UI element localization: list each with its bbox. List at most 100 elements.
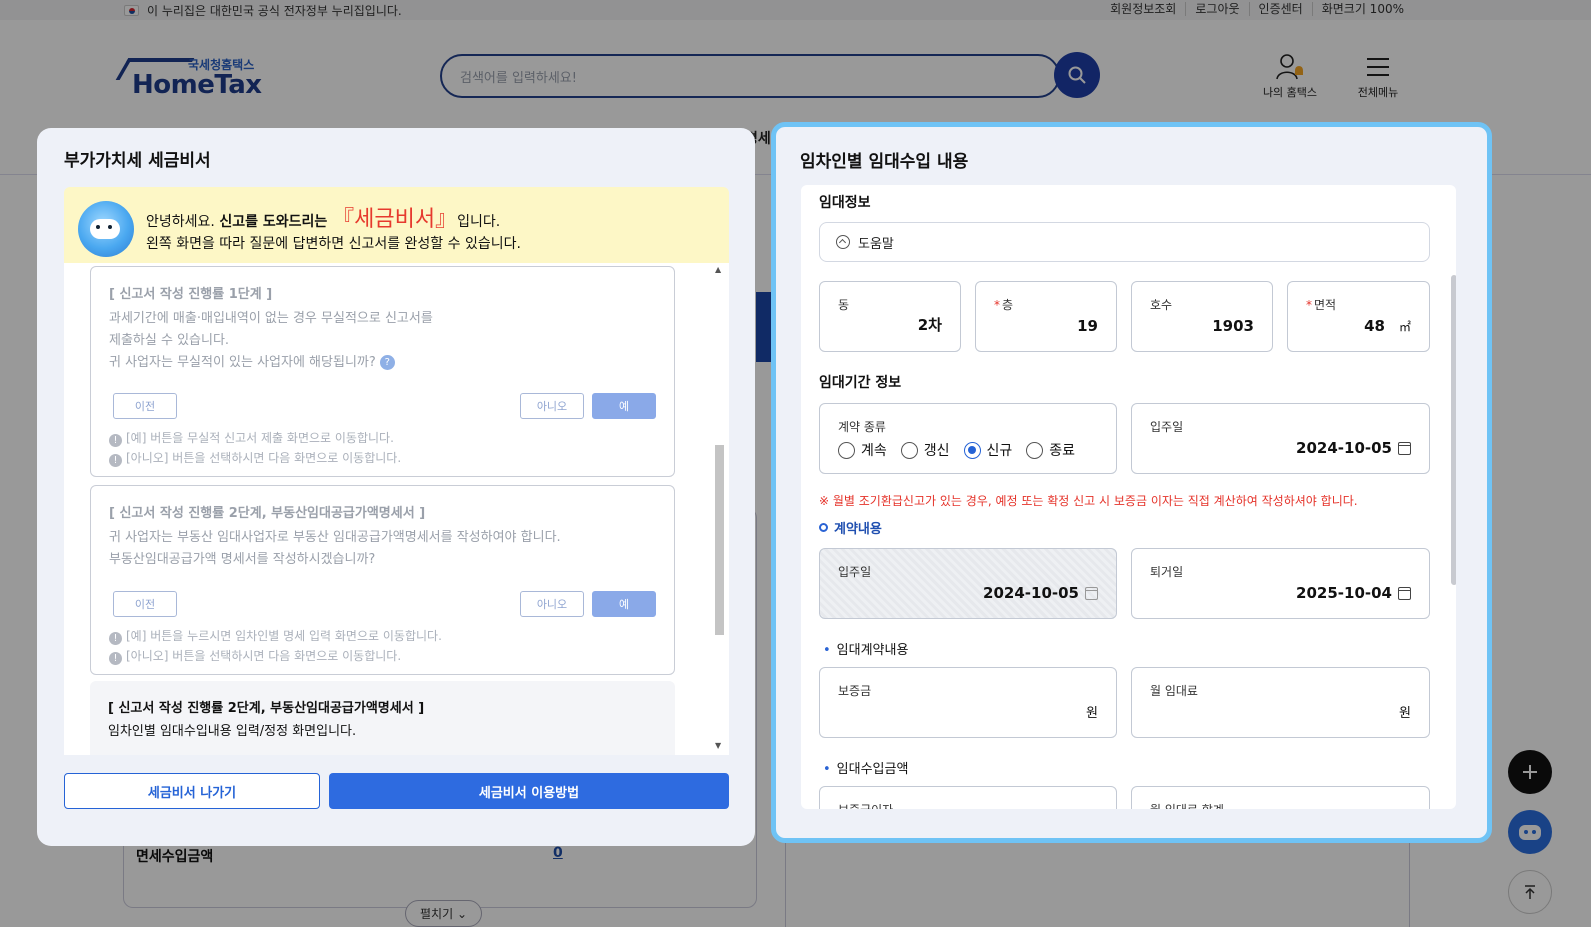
step2-card: [ 신고서 작성 진행률 2단계, 부동산임대공급가액명세서 ] 귀 사업자는 …: [90, 485, 675, 675]
step1-no-button[interactable]: 아니오: [520, 393, 584, 419]
move-out-date-field[interactable]: 퇴거일 2025-10-04: [1131, 548, 1430, 619]
help-label: 도움말: [858, 236, 894, 252]
deposit-field[interactable]: 보증금 원: [819, 667, 1117, 738]
ho-label: 호수: [1150, 298, 1173, 312]
floor-label-text: 층: [1002, 298, 1014, 312]
step1-note2: ! [아니오] 버튼을 선택하시면 다음 화면으로 이동합니다.: [109, 449, 401, 467]
step1-note2-text: [아니오] 버튼을 선택하시면 다음 화면으로 이동합니다.: [126, 451, 402, 465]
monthly-rent-label: 월 임대료: [1150, 684, 1198, 698]
area-label-text: 면적: [1314, 298, 1337, 312]
contract-type-radios: 계속 갱신 신규 종료: [838, 440, 1075, 460]
scrollbar-thumb[interactable]: [715, 445, 724, 635]
greeting-bracket-close: 』: [435, 207, 458, 232]
mascot-icon: [78, 201, 134, 257]
dong-value: 2차: [917, 316, 942, 334]
move-out-value-wrap: 2025-10-04: [1296, 584, 1411, 602]
deposit-interest-field[interactable]: 보증금이자: [819, 786, 1117, 809]
dong-field[interactable]: 동 2차: [819, 281, 961, 352]
deposit-label: 보증금: [838, 684, 872, 698]
greeting-line1: 안녕하세요. 신고를 도와드리는 『세금비서』입니다.: [146, 201, 500, 233]
ho-field[interactable]: 호수 1903: [1131, 281, 1273, 352]
radio-end[interactable]: 종료: [1026, 440, 1075, 460]
radio-new[interactable]: 신규: [963, 440, 1012, 460]
deposit-unit: 원: [1086, 706, 1098, 721]
step1-note1-text: [예] 버튼을 무실적 신고서 제출 화면으로 이동합니다.: [126, 431, 394, 445]
step1-title: [ 신고서 작성 진행률 1단계 ]: [109, 287, 273, 302]
step3-card: [ 신고서 작성 진행률 2단계, 부동산임대공급가액명세서 ] 임차인별 임대…: [90, 681, 675, 755]
monthly-rent-unit: 원: [1399, 706, 1411, 721]
rent-total-label: 월 임대료 합계: [1150, 801, 1224, 809]
step2-prev-button[interactable]: 이전: [113, 591, 177, 617]
step2-note2-text: [아니오] 버튼을 선택하시면 다음 화면으로 이동합니다.: [126, 649, 402, 663]
area-field[interactable]: * 면적 48 ㎡: [1287, 281, 1430, 352]
info-icon: !: [109, 652, 122, 665]
assistant-howto-button[interactable]: 세금비서 이용방법: [329, 773, 729, 809]
step2-note1: ! [예] 버튼을 누르시면 임차인별 명세 입력 화면으로 이동합니다.: [109, 627, 442, 645]
radio-end-label: 종료: [1049, 443, 1076, 459]
radio-circle-icon: [838, 441, 855, 459]
move-in-top-label: 입주일: [1150, 420, 1184, 434]
floor-value: 19: [1077, 317, 1098, 335]
move-out-value: 2025-10-04: [1296, 584, 1392, 602]
help-question-icon[interactable]: ?: [379, 355, 395, 370]
tax-assistant-modal: 부가가치세 세금비서 안녕하세요. 신고를 도와드리는 『세금비서』입니다. 왼…: [37, 128, 755, 846]
rent-total-field[interactable]: 월 임대료 합계: [1131, 786, 1430, 809]
form-scrollbar[interactable]: [1451, 275, 1456, 585]
step1-card: [ 신고서 작성 진행률 1단계 ] 과세기간에 매출·매입내역이 없는 경우 …: [90, 266, 675, 477]
tenant-income-title: 임차인별 임대수입 내용: [800, 152, 969, 172]
calendar-icon: [1085, 586, 1098, 600]
floor-field[interactable]: * 층 19: [975, 281, 1117, 352]
calendar-icon[interactable]: [1398, 586, 1411, 600]
scroll-down-arrow-icon[interactable]: ▼: [715, 741, 721, 750]
greeting-tail: 입니다.: [457, 214, 501, 230]
move-out-label: 퇴거일: [1150, 565, 1184, 579]
area-value: 48: [1364, 317, 1385, 335]
contract-type-field: 계약 종류 계속 갱신 신규 종료: [819, 403, 1117, 474]
step2-question: 부동산임대공급가액 명세서를 작성하시겠습니까?: [109, 552, 376, 567]
step3-body: 임차인별 임대수입내용 입력/정정 화면입니다.: [108, 724, 357, 739]
radio-circle-icon: [900, 441, 918, 459]
area-label: * 면적: [1306, 298, 1337, 312]
step1-yes-button[interactable]: 예: [592, 393, 656, 419]
help-toggle[interactable]: 도움말: [819, 222, 1430, 262]
ring-bullet-icon: [819, 523, 828, 532]
radio-selected-icon: [963, 441, 981, 459]
move-in-date-top-field[interactable]: 입주일 2024-10-05: [1131, 403, 1430, 474]
tenant-income-modal: 임차인별 임대수입 내용 임대정보 도움말 동 2차 * 층 19 호수 1903…: [771, 122, 1492, 843]
area-value-wrap: 48 ㎡: [1364, 317, 1411, 335]
step1-question: 귀 사업자는 무실적이 있는 사업자에 해당됩니까?: [109, 355, 376, 370]
monthly-rent-field[interactable]: 월 임대료 원: [1131, 667, 1430, 738]
floor-label: * 층: [994, 298, 1014, 312]
lease-income-heading: 임대수입금액: [823, 758, 909, 777]
radio-renewal[interactable]: 갱신: [900, 440, 950, 460]
chevron-up-circle-icon: [836, 235, 850, 249]
move-in-top-value-wrap: 2024-10-05: [1296, 439, 1411, 457]
scroll-up-arrow-icon[interactable]: ▲: [715, 265, 721, 274]
dong-label: 동: [838, 298, 850, 312]
step2-no-button[interactable]: 아니오: [520, 591, 584, 617]
tenant-income-form: 임대정보 도움말 동 2차 * 층 19 호수 1903 * 면적 48 ㎡ 임대기…: [801, 185, 1456, 809]
step1-body-line1: 과세기간에 매출·매입내역이 없는 경우 무실적으로 신고서를: [109, 311, 433, 326]
step1-note1: ! [예] 버튼을 무실적 신고서 제출 화면으로 이동합니다.: [109, 429, 394, 447]
calendar-icon[interactable]: [1398, 441, 1411, 455]
radio-continue[interactable]: 계속: [838, 440, 887, 460]
lease-contract-heading: 임대계약내용: [823, 639, 909, 658]
lease-info-heading: 임대정보: [819, 195, 871, 211]
step1-body-line2: 제출하실 수 있습니다.: [109, 333, 230, 348]
radio-circle-icon: [1026, 441, 1044, 459]
contract-content-heading: 계약내용: [819, 518, 882, 537]
step2-body: 귀 사업자는 부동산 임대사업자로 부동산 임대공급가액명세서를 작성하여야 합…: [109, 527, 561, 571]
assistant-steps-scroll[interactable]: [ 신고서 작성 진행률 1단계 ] 과세기간에 매출·매입내역이 없는 경우 …: [64, 263, 729, 755]
move-in-label: 입주일: [838, 565, 872, 579]
greeting-bold: 신고를 도와드리는: [219, 214, 333, 230]
step2-note1-text: [예] 버튼을 누르시면 임차인별 명세 입력 화면으로 이동합니다.: [126, 629, 442, 643]
refund-warning: ※ 월별 조기환급신고가 있는 경우, 예정 또는 확정 신고 시 보증금 이자…: [819, 494, 1358, 508]
move-in-value-wrap: 2024-10-05: [983, 584, 1098, 602]
step2-yes-button[interactable]: 예: [592, 591, 656, 617]
greeting-hello: 안녕하세요.: [146, 214, 220, 230]
step1-prev-button[interactable]: 이전: [113, 393, 177, 419]
exit-assistant-button[interactable]: 세금비서 나가기: [64, 773, 320, 809]
steps-scrollbar[interactable]: ▲ ▼: [713, 263, 725, 755]
radio-continue-label: 계속: [861, 443, 887, 459]
step2-body-line1: 귀 사업자는 부동산 임대사업자로 부동산 임대공급가액명세서를 작성하여야 합…: [109, 530, 561, 545]
